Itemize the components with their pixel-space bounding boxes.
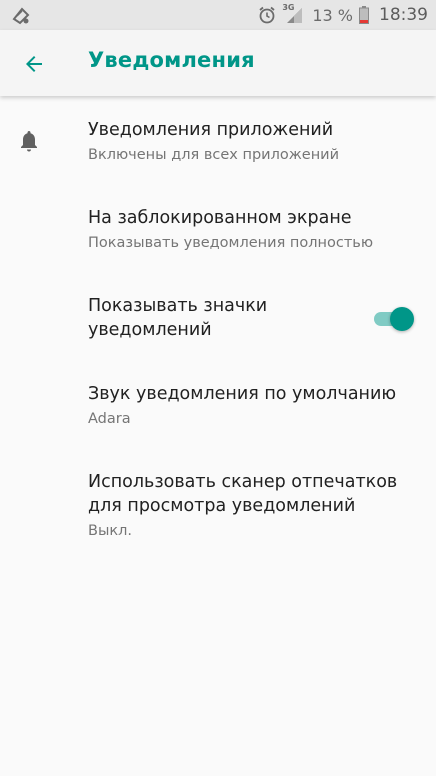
setting-title: Использовать сканер отпечатков для просм…: [88, 472, 398, 516]
page-title: Уведомления: [88, 48, 255, 72]
arrow-back-icon: [26, 56, 42, 72]
data-saver-icon: [12, 7, 30, 25]
alarm-icon: [259, 6, 275, 24]
setting-summary: Выкл.: [88, 523, 133, 539]
notification-dots-toggle[interactable]: [374, 304, 414, 332]
toggle-thumb: [390, 307, 414, 331]
setting-title: На заблокированном экране: [88, 208, 352, 228]
setting-notification-dots[interactable]: Показывать значки уведомлений: [0, 272, 436, 362]
setting-summary: Показывать уведомления полностью: [88, 235, 374, 251]
signal-icon: 3G: [282, 3, 304, 24]
setting-default-sound[interactable]: Звук уведомления по умолчанию Adara: [0, 362, 436, 450]
app-bar: Уведомления: [0, 30, 436, 96]
setting-fingerprint-swipe[interactable]: Использовать сканер отпечатков для просм…: [0, 450, 436, 554]
status-bar: 3G 13 % 18:39: [0, 0, 436, 30]
setting-app-notifications[interactable]: Уведомления приложений Включены для всех…: [0, 96, 436, 184]
status-bar-right: 3G 13 % 18:39: [258, 0, 428, 30]
screen: 3G 13 % 18:39 Уведомления Уведомления пр…: [0, 0, 436, 776]
clock: 18:39: [379, 5, 428, 25]
battery-percent: 13 %: [312, 5, 353, 25]
setting-summary: Включены для всех приложений: [88, 147, 340, 163]
setting-summary: Adara: [88, 411, 131, 427]
bell-icon: [21, 131, 37, 152]
battery-low-icon: [359, 6, 369, 24]
setting-lock-screen[interactable]: На заблокированном экране Показывать уве…: [0, 184, 436, 272]
setting-title: Уведомления приложений: [88, 120, 334, 140]
setting-title: Показывать значки уведомлений: [88, 296, 268, 340]
setting-title: Звук уведомления по умолчанию: [88, 384, 397, 404]
back-button[interactable]: [14, 44, 54, 84]
